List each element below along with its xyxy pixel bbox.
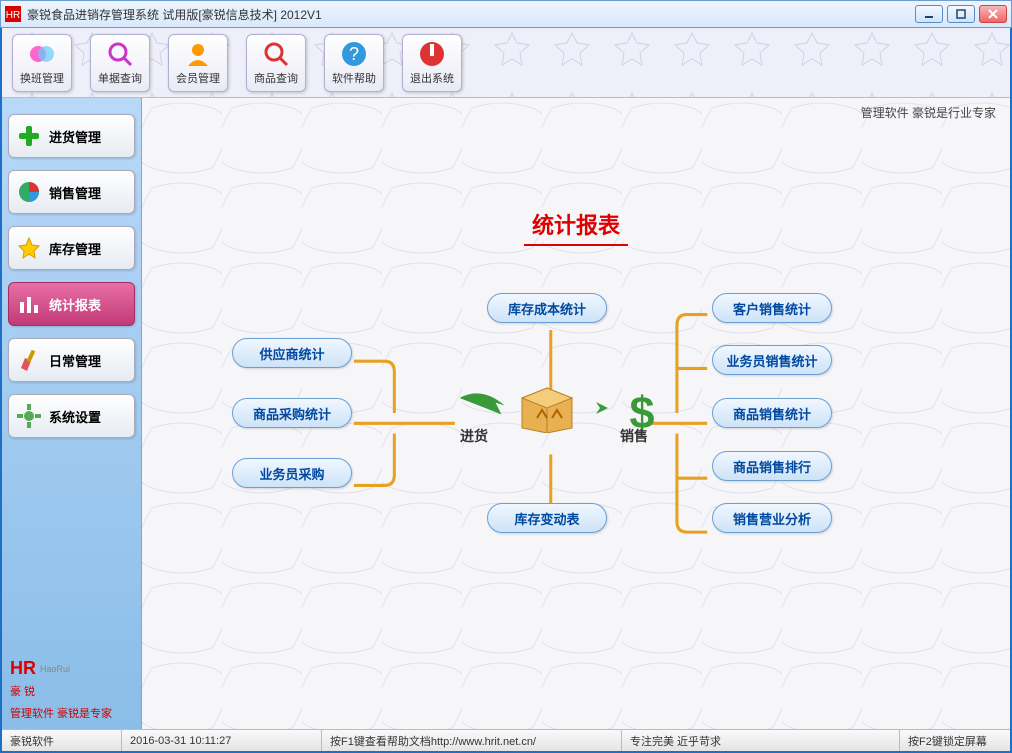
sidebar-item-plus[interactable]: 进货管理 <box>8 114 135 158</box>
search-doc-icon <box>106 40 134 68</box>
node-supplier-stats[interactable]: 供应商统计 <box>232 338 352 368</box>
in-label: 进货 <box>460 426 488 446</box>
sidebar: 进货管理销售管理库存管理统计报表日常管理系统设置 HR HaoRui 豪 锐管理软件 … <box>2 98 142 729</box>
brand-block: HR HaoRui 豪 锐管理软件 豪锐是专家 <box>2 650 141 729</box>
node-customer-sales[interactable]: 客户销售统计 <box>712 293 832 323</box>
search-goods-icon <box>262 40 290 68</box>
maximize-button[interactable] <box>947 5 975 23</box>
sidebar-item-gear[interactable]: 系统设置 <box>8 394 135 438</box>
node-salesman-sales[interactable]: 业务员销售统计 <box>712 345 832 375</box>
sidebar-item-star[interactable]: 库存管理 <box>8 226 135 270</box>
toolbar-exit-button[interactable]: 退出系统 <box>402 34 462 92</box>
toolbar-search-goods-button[interactable]: 商品查询 <box>246 34 306 92</box>
toolbar-label: 退出系统 <box>410 70 454 86</box>
main-content: 管理软件 豪锐是行业专家 统计报表 <box>142 98 1010 729</box>
window-title: 豪锐食品进销存管理系统 试用版[豪锐信息技术] 2012V1 <box>27 6 915 23</box>
toolbar-label: 会员管理 <box>176 70 220 86</box>
member-icon <box>184 40 212 68</box>
brand-logo-en: HR <box>10 658 36 679</box>
exit-icon <box>418 40 446 68</box>
toolbar-member-button[interactable]: 会员管理 <box>168 34 228 92</box>
sidebar-item-pie[interactable]: 销售管理 <box>8 170 135 214</box>
out-label: 销售 <box>620 426 648 446</box>
status-help: 按F1键查看帮助文档http://www.hrit.net.cn/ <box>322 730 622 751</box>
sidebar-item-label: 销售管理 <box>49 183 101 202</box>
swap-icon <box>28 40 56 68</box>
brand-logo-sub: HaoRui <box>40 664 70 674</box>
bars-icon <box>17 292 41 316</box>
node-inventory-cost[interactable]: 库存成本统计 <box>487 293 607 323</box>
plus-icon <box>17 124 41 148</box>
sidebar-item-bars[interactable]: 统计报表 <box>8 282 135 326</box>
status-motto: 专注完美 近乎苛求 <box>622 730 900 751</box>
sidebar-item-label: 日常管理 <box>49 351 101 370</box>
diagram: 统计报表 供应商统计 <box>142 128 1010 729</box>
node-goods-sales-rank[interactable]: 商品销售排行 <box>712 451 832 481</box>
toolbar-label: 换班管理 <box>20 70 64 86</box>
node-inventory-change[interactable]: 库存变动表 <box>487 503 607 533</box>
toolbar: 换班管理 单据查询 会员管理 商品查询? 软件帮助 退出系统 <box>2 28 1010 98</box>
sidebar-item-label: 进货管理 <box>49 127 101 146</box>
toolbar-label: 商品查询 <box>254 70 298 86</box>
star-icon <box>17 236 41 260</box>
box-icon <box>517 383 577 433</box>
brand-logo-cn: 豪 锐 <box>10 683 133 699</box>
node-goods-purchase-stats[interactable]: 商品采购统计 <box>232 398 352 428</box>
pie-icon <box>17 180 41 204</box>
status-datetime: 2016-03-31 10:11:27 <box>122 730 322 751</box>
brand-slogan: 管理软件 豪锐是专家 <box>10 705 133 721</box>
arrow-right-icon <box>580 398 610 418</box>
toolbar-search-doc-button[interactable]: 单据查询 <box>90 34 150 92</box>
sidebar-item-label: 统计报表 <box>49 295 101 314</box>
toolbar-swap-button[interactable]: 换班管理 <box>12 34 72 92</box>
help-icon: ? <box>340 40 368 68</box>
toolbar-label: 单据查询 <box>98 70 142 86</box>
statusbar: 豪锐软件 2016-03-31 10:11:27 按F1键查看帮助文档http:… <box>2 729 1010 751</box>
node-goods-sales[interactable]: 商品销售统计 <box>712 398 832 428</box>
brush-icon <box>17 348 41 372</box>
sidebar-item-label: 库存管理 <box>49 239 101 258</box>
gear-icon <box>17 404 41 428</box>
svg-text:HR: HR <box>6 10 20 21</box>
svg-text:?: ? <box>349 44 359 64</box>
close-button[interactable] <box>979 5 1007 23</box>
diagram-title: 统计报表 <box>524 208 628 246</box>
minimize-button[interactable] <box>915 5 943 23</box>
toolbar-help-button[interactable]: ? 软件帮助 <box>324 34 384 92</box>
sidebar-item-brush[interactable]: 日常管理 <box>8 338 135 382</box>
sidebar-item-label: 系统设置 <box>49 407 101 426</box>
toolbar-label: 软件帮助 <box>332 70 376 86</box>
status-company: 豪锐软件 <box>2 730 122 751</box>
node-salesman-purchase[interactable]: 业务员采购 <box>232 458 352 488</box>
status-lock: 按F2键锁定屏幕 <box>900 730 1010 751</box>
corner-slogan: 管理软件 豪锐是行业专家 <box>861 104 996 121</box>
app-icon: HR <box>5 6 21 22</box>
titlebar: HR 豪锐食品进销存管理系统 试用版[豪锐信息技术] 2012V1 <box>0 0 1012 28</box>
node-sales-business[interactable]: 销售营业分析 <box>712 503 832 533</box>
